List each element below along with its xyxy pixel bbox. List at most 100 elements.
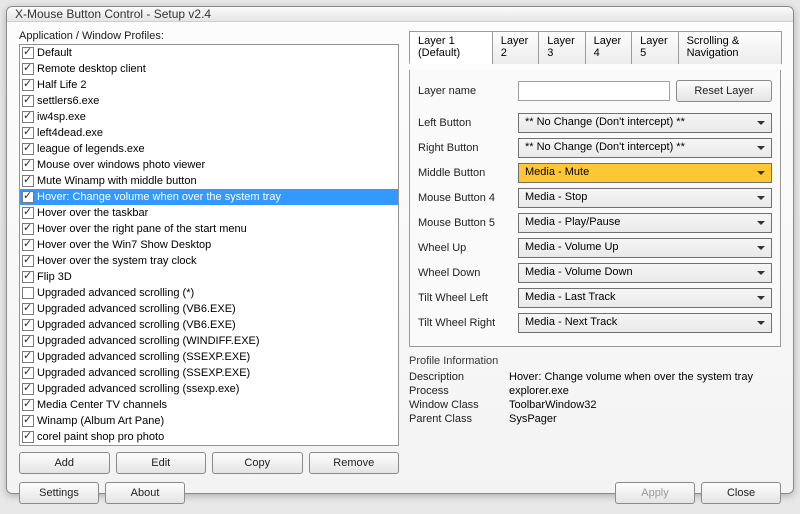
profile-item[interactable]: Upgraded advanced scrolling (VB6.EXE)	[20, 317, 398, 333]
profile-checkbox[interactable]	[22, 111, 34, 123]
action-select[interactable]: ** No Change (Don't intercept) **	[518, 138, 772, 158]
profile-label: Winamp (Album Art Pane)	[37, 415, 164, 427]
action-label: Wheel Down	[418, 267, 518, 279]
action-select[interactable]: Media - Stop	[518, 188, 772, 208]
profile-checkbox[interactable]	[22, 415, 34, 427]
profile-item[interactable]: Upgraded advanced scrolling (*)	[20, 285, 398, 301]
profile-item[interactable]: Hover over the Win7 Show Desktop	[20, 237, 398, 253]
profile-checkbox[interactable]	[22, 223, 34, 235]
profile-item[interactable]: Upgraded advanced scrolling (SSEXP.EXE)	[20, 349, 398, 365]
profile-item[interactable]: Hover: Change volume when over the syste…	[20, 189, 398, 205]
layer-tab[interactable]: Layer 4	[585, 31, 632, 64]
profile-item[interactable]: Winamp (Album Art Pane)	[20, 413, 398, 429]
footer: Settings About Apply Close	[19, 482, 781, 504]
layer-tab[interactable]: Layer 2	[492, 31, 539, 64]
window-title: X-Mouse Button Control - Setup v2.4	[15, 7, 211, 21]
profile-label: Hover over the system tray clock	[37, 255, 197, 267]
profile-checkbox[interactable]	[22, 63, 34, 75]
profile-checkbox[interactable]	[22, 303, 34, 315]
action-label: Middle Button	[418, 167, 518, 179]
profile-label: Mouse over windows photo viewer	[37, 159, 205, 171]
profile-checkbox[interactable]	[22, 47, 34, 59]
profiles-list[interactable]: Default Remote desktop clientHalf Life 2s…	[19, 44, 399, 446]
profile-item[interactable]: Half Life 2	[20, 77, 398, 93]
setup-window: X-Mouse Button Control - Setup v2.4 Appl…	[6, 6, 794, 494]
profile-checkbox[interactable]	[22, 399, 34, 411]
edit-button[interactable]: Edit	[116, 452, 207, 474]
action-select[interactable]: Media - Play/Pause	[518, 213, 772, 233]
profile-checkbox[interactable]	[22, 319, 34, 331]
profile-label: Upgraded advanced scrolling (*)	[37, 287, 194, 299]
profile-item[interactable]: league of legends.exe	[20, 141, 398, 157]
profile-checkbox[interactable]	[22, 255, 34, 267]
info-value: SysPager	[509, 413, 557, 425]
profile-item[interactable]: Upgraded advanced scrolling (VB6.EXE)	[20, 301, 398, 317]
settings-button[interactable]: Settings	[19, 482, 99, 504]
profile-checkbox[interactable]	[22, 95, 34, 107]
profile-label: Upgraded advanced scrolling (VB6.EXE)	[37, 303, 236, 315]
client-area: Application / Window Profiles: DefaultRe…	[7, 22, 793, 514]
profile-checkbox[interactable]	[22, 143, 34, 155]
info-value: explorer.exe	[509, 385, 569, 397]
action-select[interactable]: Media - Next Track	[518, 313, 772, 333]
profile-item[interactable]: Upgraded advanced scrolling (ssexp.exe)	[20, 381, 398, 397]
profile-item[interactable]: Hover over the right pane of the start m…	[20, 221, 398, 237]
info-key: Window Class	[409, 399, 509, 411]
action-label: Right Button	[418, 142, 518, 154]
profile-label: league of legends.exe	[37, 143, 145, 155]
profile-label: Upgraded advanced scrolling (SSEXP.EXE)	[37, 351, 250, 363]
profile-checkbox[interactable]	[22, 79, 34, 91]
layer-tab[interactable]: Layer 5	[631, 31, 678, 64]
titlebar[interactable]: X-Mouse Button Control - Setup v2.4	[7, 7, 793, 22]
close-button[interactable]: Close	[701, 482, 781, 504]
profile-label: Default	[37, 47, 72, 59]
apply-button[interactable]: Apply	[615, 482, 695, 504]
profile-label: Hover over the right pane of the start m…	[37, 223, 247, 235]
action-select[interactable]: ** No Change (Don't intercept) **	[518, 113, 772, 133]
profile-checkbox[interactable]	[22, 159, 34, 171]
profile-checkbox[interactable]	[22, 351, 34, 363]
profile-item[interactable]: Mute Winamp with middle button	[20, 173, 398, 189]
profile-checkbox[interactable]	[22, 383, 34, 395]
profile-checkbox[interactable]	[22, 367, 34, 379]
profile-item[interactable]: Flip 3D	[20, 269, 398, 285]
action-select[interactable]: Media - Last Track	[518, 288, 772, 308]
profile-checkbox[interactable]	[22, 335, 34, 347]
layer-tab[interactable]: Scrolling & Navigation	[678, 31, 782, 64]
profile-label: Mute Winamp with middle button	[37, 175, 197, 187]
layer-name-input[interactable]	[518, 81, 670, 101]
profile-item[interactable]: Upgraded advanced scrolling (WINDIFF.EXE…	[20, 333, 398, 349]
profile-item[interactable]: Mouse over windows photo viewer	[20, 157, 398, 173]
layer-tab[interactable]: Layer 3	[538, 31, 585, 64]
profile-checkbox[interactable]	[22, 271, 34, 283]
copy-button[interactable]: Copy	[212, 452, 303, 474]
about-button[interactable]: About	[105, 482, 185, 504]
action-select[interactable]: Media - Volume Up	[518, 238, 772, 258]
profile-item[interactable]: Media Center TV channels	[20, 397, 398, 413]
reset-layer-button[interactable]: Reset Layer	[676, 80, 772, 102]
action-select[interactable]: Media - Volume Down	[518, 263, 772, 283]
profile-item[interactable]: Upgraded advanced scrolling (SSEXP.EXE)	[20, 365, 398, 381]
profile-item[interactable]: Hover over the system tray clock	[20, 253, 398, 269]
profile-label: Upgraded advanced scrolling (VB6.EXE)	[37, 319, 236, 331]
profile-item[interactable]: Hover over the taskbar	[20, 205, 398, 221]
profile-checkbox[interactable]	[22, 207, 34, 219]
layer-tab[interactable]: Layer 1 (Default)	[409, 31, 493, 64]
profile-checkbox[interactable]	[22, 127, 34, 139]
profile-item[interactable]: settlers6.exe	[20, 93, 398, 109]
profile-checkbox[interactable]	[22, 239, 34, 251]
profile-info-heading: Profile Information	[409, 355, 781, 367]
action-select[interactable]: Media - Mute	[518, 163, 772, 183]
profile-label: Hover over the taskbar	[37, 207, 148, 219]
profile-checkbox[interactable]	[22, 191, 34, 203]
profile-checkbox[interactable]	[22, 287, 34, 299]
profile-item[interactable]: Remote desktop client	[20, 61, 398, 77]
profile-item[interactable]: left4dead.exe	[20, 125, 398, 141]
profile-item[interactable]: iw4sp.exe	[20, 109, 398, 125]
profile-item[interactable]: Default	[20, 45, 398, 61]
add-button[interactable]: Add	[19, 452, 110, 474]
remove-button[interactable]: Remove	[309, 452, 400, 474]
profile-checkbox[interactable]	[22, 431, 34, 443]
profile-checkbox[interactable]	[22, 175, 34, 187]
profile-item[interactable]: corel paint shop pro photo	[20, 429, 398, 445]
